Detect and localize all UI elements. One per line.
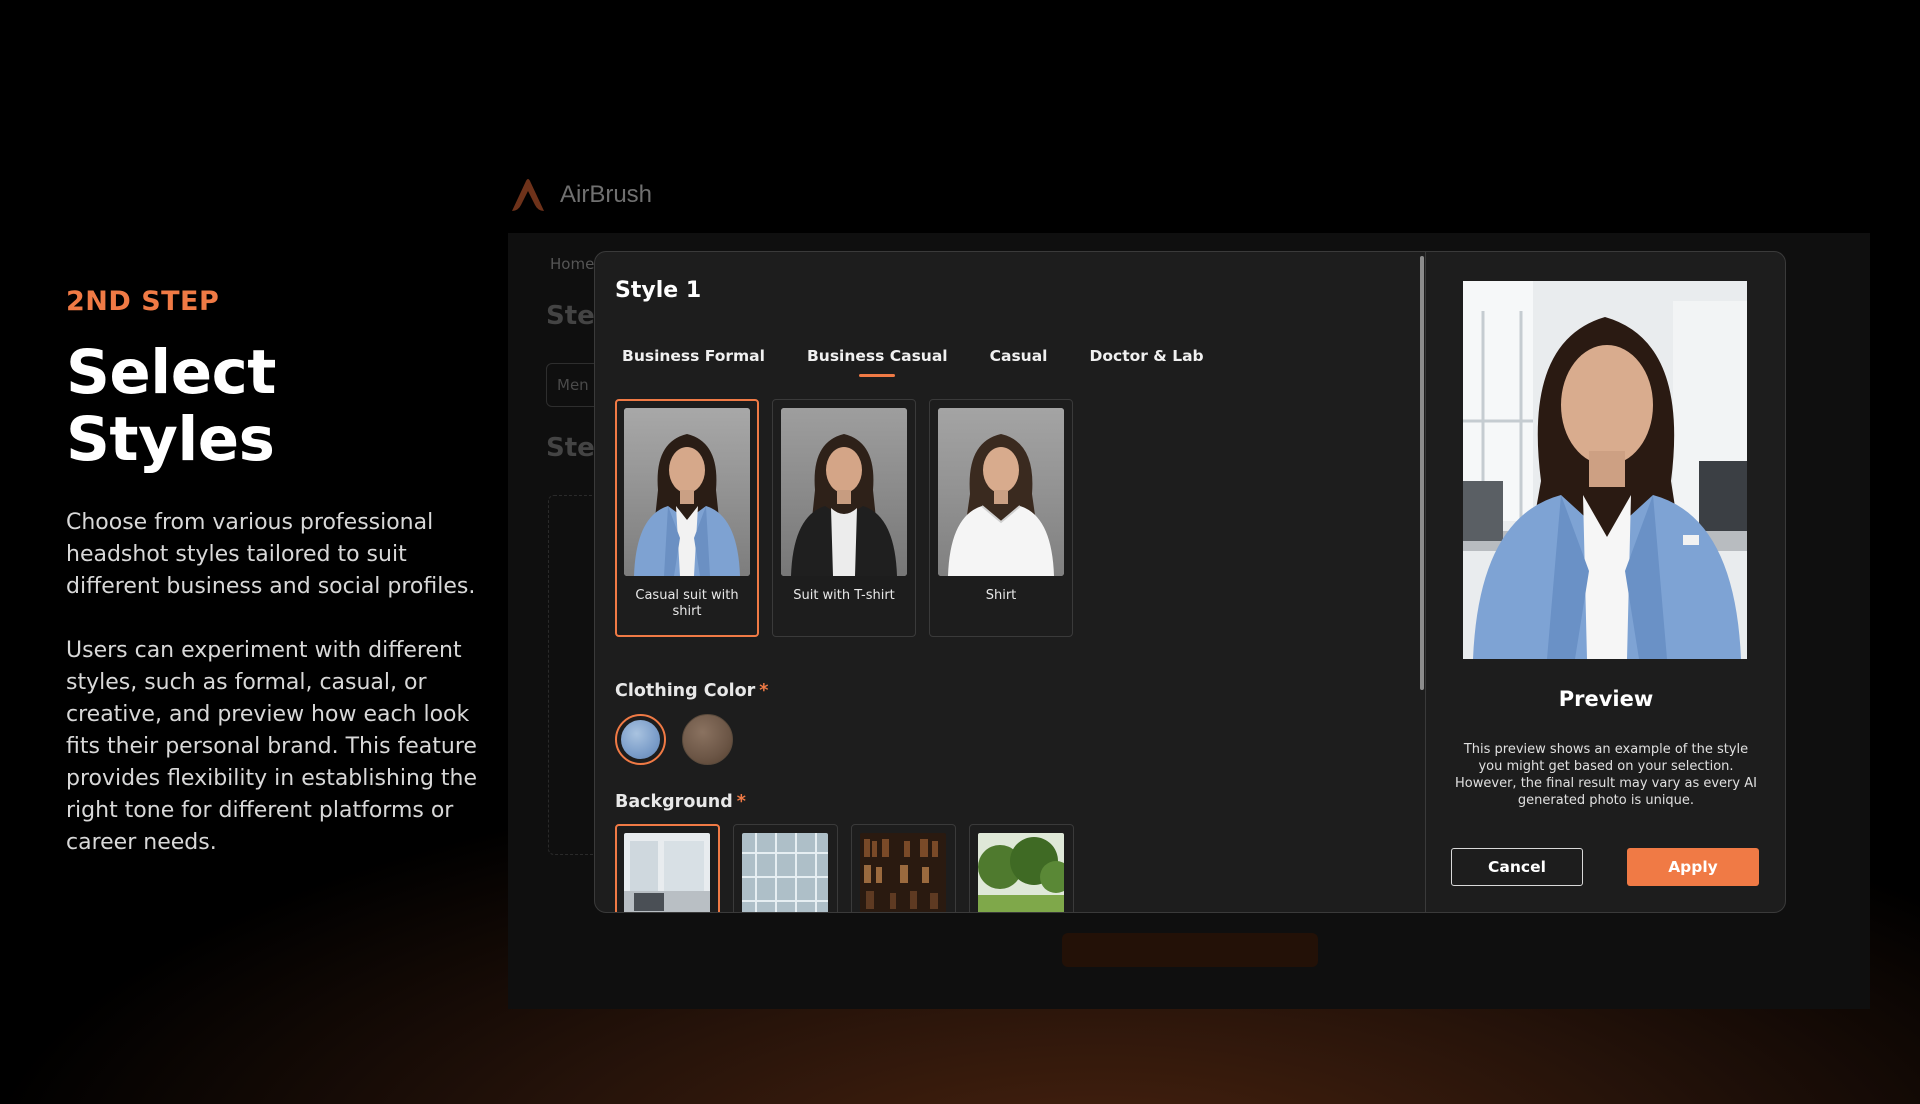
airbrush-logo-icon (512, 179, 544, 211)
step-label: 2ND STEP (66, 286, 220, 317)
preview-title: Preview (1558, 687, 1654, 711)
background-label: Background (615, 792, 733, 812)
required-asterisk: * (759, 681, 769, 701)
style-card-shirt[interactable]: Shirt (929, 399, 1073, 637)
style-card-label: Shirt (985, 588, 1017, 603)
intro-paragraph-1: Choose from various professional headsho… (66, 510, 476, 600)
modal-title: Style 1 (615, 278, 702, 303)
color-swatch-fill (682, 714, 733, 765)
background-thumbnail (860, 833, 946, 912)
preview-image (1463, 281, 1747, 659)
background-thumbnail (624, 833, 710, 912)
brand-name: AirBrush (560, 181, 653, 208)
background-option-office[interactable] (615, 824, 720, 912)
background-option-park[interactable] (969, 824, 1074, 912)
style-card-label: Casual suit with shirt (635, 588, 739, 619)
background-thumbnail (978, 833, 1064, 912)
style-modal: Style 1 Business Formal Business Casual … (594, 251, 1786, 913)
style-card-casual-suit[interactable]: Casual suit with shirt (615, 399, 759, 637)
tab-casual[interactable]: Casual (990, 347, 1048, 377)
style-options: Casual suit with shirt Suit with T-shirt (615, 399, 1073, 637)
breadcrumb: Home (550, 255, 595, 273)
required-asterisk: * (736, 792, 746, 812)
color-swatch-brown[interactable] (682, 714, 733, 765)
color-swatch-light-blue[interactable] (615, 714, 666, 765)
clothing-color-heading: Clothing Color * (615, 681, 768, 701)
background-option-library[interactable] (851, 824, 956, 912)
style-tabs: Business Formal Business Casual Casual D… (622, 347, 1246, 377)
background-option-glass-building[interactable] (733, 824, 838, 912)
style-thumbnail (624, 408, 750, 576)
clothing-color-label: Clothing Color (615, 681, 756, 701)
intro-paragraph-2: Users can experiment with different styl… (66, 638, 478, 856)
color-swatch-fill (621, 720, 660, 759)
background-generate-button (1062, 933, 1318, 967)
background-options (615, 824, 1074, 912)
tab-doctor-lab[interactable]: Doctor & Lab (1090, 347, 1204, 377)
panel-divider (1425, 252, 1426, 912)
style-thumbnail (938, 408, 1064, 576)
style-card-label: Suit with T-shirt (793, 588, 895, 603)
background-thumbnail (742, 833, 828, 912)
cancel-button[interactable]: Cancel (1451, 848, 1583, 886)
style-options-panel: Style 1 Business Formal Business Casual … (595, 252, 1425, 912)
style-card-suit-tshirt[interactable]: Suit with T-shirt (772, 399, 916, 637)
tab-business-formal[interactable]: Business Formal (622, 347, 765, 377)
background-heading: Background * (615, 792, 746, 812)
apply-button[interactable]: Apply (1627, 848, 1759, 886)
background-step-1: Ste (546, 301, 595, 331)
intro-section: 2ND STEP Select Styles Choose from vario… (66, 286, 486, 859)
clothing-color-options (615, 714, 733, 765)
app-header: AirBrush (508, 172, 652, 218)
style-thumbnail (781, 408, 907, 576)
options-scrollbar[interactable] (1420, 256, 1424, 690)
background-step-2: Ste (546, 433, 595, 463)
page-title: Select Styles (66, 337, 276, 476)
preview-description: This preview shows an example of the sty… (1455, 742, 1757, 808)
tab-business-casual[interactable]: Business Casual (807, 347, 948, 377)
